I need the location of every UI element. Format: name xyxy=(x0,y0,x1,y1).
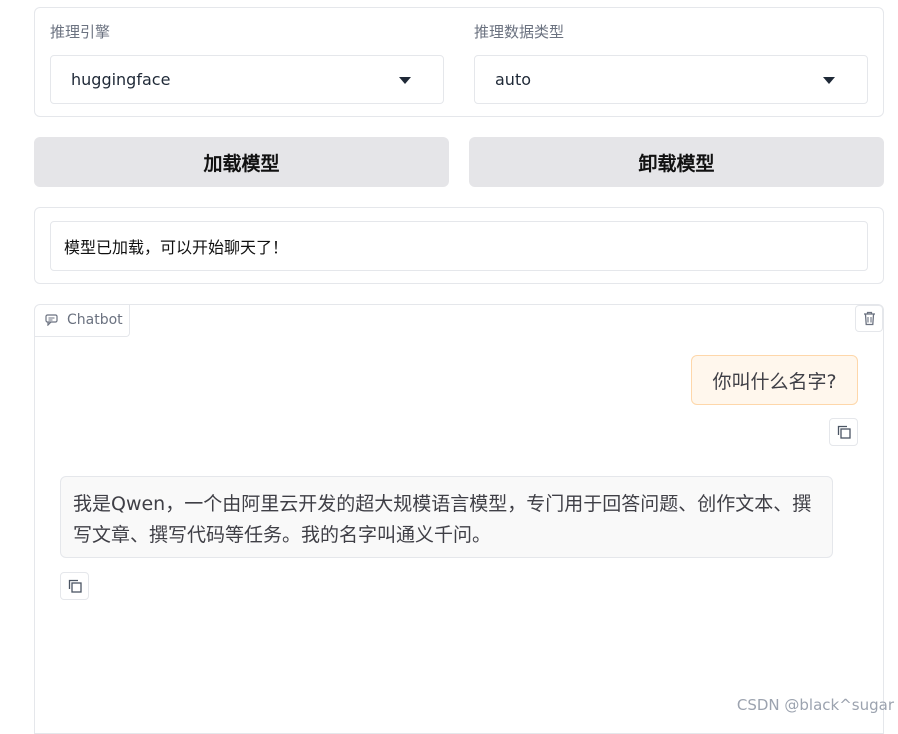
assistant-message-bubble: 我是Qwen，一个由阿里云开发的超大规模语言模型，专门用于回答问题、创作文本、撰… xyxy=(60,476,833,558)
copy-icon xyxy=(837,425,851,439)
copy-icon xyxy=(68,579,82,593)
engine-select[interactable]: huggingface xyxy=(50,55,444,104)
clear-chat-button[interactable] xyxy=(855,305,883,332)
load-model-button[interactable]: 加载模型 xyxy=(34,137,449,187)
copy-assistant-message-button[interactable] xyxy=(60,572,89,600)
chevron-down-icon xyxy=(399,77,411,84)
dtype-label: 推理数据类型 xyxy=(474,23,565,41)
chatbot-label-text: Chatbot xyxy=(67,312,123,328)
dtype-select[interactable]: auto xyxy=(474,55,868,104)
chatbot-label: Chatbot xyxy=(34,304,130,337)
trash-icon xyxy=(863,311,876,326)
user-message-bubble: 你叫什么名字? xyxy=(691,355,858,405)
status-textbox[interactable]: 模型已加载，可以开始聊天了！ xyxy=(50,221,868,271)
unload-model-button[interactable]: 卸载模型 xyxy=(469,137,884,187)
engine-label: 推理引擎 xyxy=(50,23,111,41)
chat-icon xyxy=(45,314,58,326)
csdn-watermark: CSDN @black^sugar xyxy=(736,696,894,714)
chevron-down-icon xyxy=(823,77,835,84)
dtype-select-value: auto xyxy=(495,70,532,89)
engine-select-value: huggingface xyxy=(71,70,171,89)
copy-user-message-button[interactable] xyxy=(829,418,858,446)
